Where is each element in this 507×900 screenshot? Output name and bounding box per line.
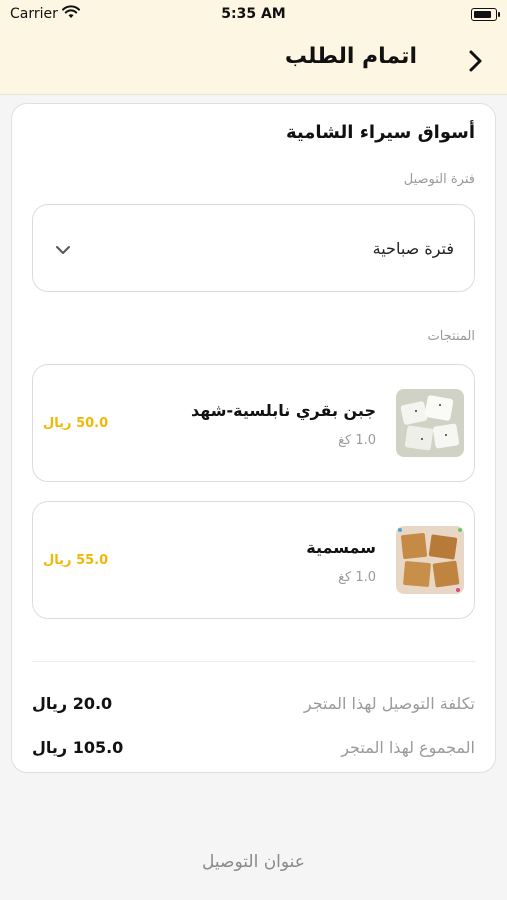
delivery-cost-row: تكلفة التوصيل لهذا المتجر 20.0 ريال (32, 694, 475, 718)
divider (32, 661, 475, 662)
delivery-period-label: فترة التوصيل (403, 172, 475, 187)
status-bar: Carrier 5:35 AM (0, 0, 507, 30)
delivery-period-select[interactable]: فترة صباحية (32, 204, 475, 292)
product-image-cheese (396, 389, 464, 457)
product-card[interactable]: سمسمية 1.0 كغ 55.0 ريال (32, 501, 475, 619)
product-quantity: 1.0 كغ (338, 433, 376, 448)
product-card[interactable]: جبن بقري نابلسية-شهد 1.0 كغ 50.0 ريال (32, 364, 475, 482)
delivery-period-value: فترة صباحية (372, 239, 454, 258)
page-title: اتمام الطلب (284, 44, 417, 69)
store-order-card: أسواق سيراء الشامية فترة التوصيل فترة صب… (11, 103, 496, 773)
products-label: المنتجات (427, 329, 475, 344)
delivery-cost-value: 20.0 ريال (32, 694, 113, 713)
product-price: 50.0 ريال (43, 416, 109, 431)
store-total-value: 105.0 ريال (32, 738, 124, 757)
delivery-address-link[interactable]: عنوان التوصيل (0, 852, 507, 872)
product-name: سمسمية (306, 538, 376, 557)
store-total-label: المجموع لهذا المتجر (341, 738, 475, 757)
product-image-sesame (396, 526, 464, 594)
chevron-right-icon[interactable] (461, 46, 491, 76)
status-time: 5:35 AM (221, 6, 286, 22)
delivery-cost-label: تكلفة التوصيل لهذا المتجر (303, 694, 475, 713)
nav-bar: اتمام الطلب (0, 30, 507, 95)
product-price: 55.0 ريال (43, 553, 109, 568)
product-name: جبن بقري نابلسية-شهد (191, 401, 376, 420)
store-name: أسواق سيراء الشامية (286, 122, 475, 143)
store-total-row: المجموع لهذا المتجر 105.0 ريال (32, 738, 475, 762)
product-quantity: 1.0 كغ (338, 570, 376, 585)
chevron-down-icon (55, 241, 71, 260)
battery-icon (471, 8, 500, 21)
